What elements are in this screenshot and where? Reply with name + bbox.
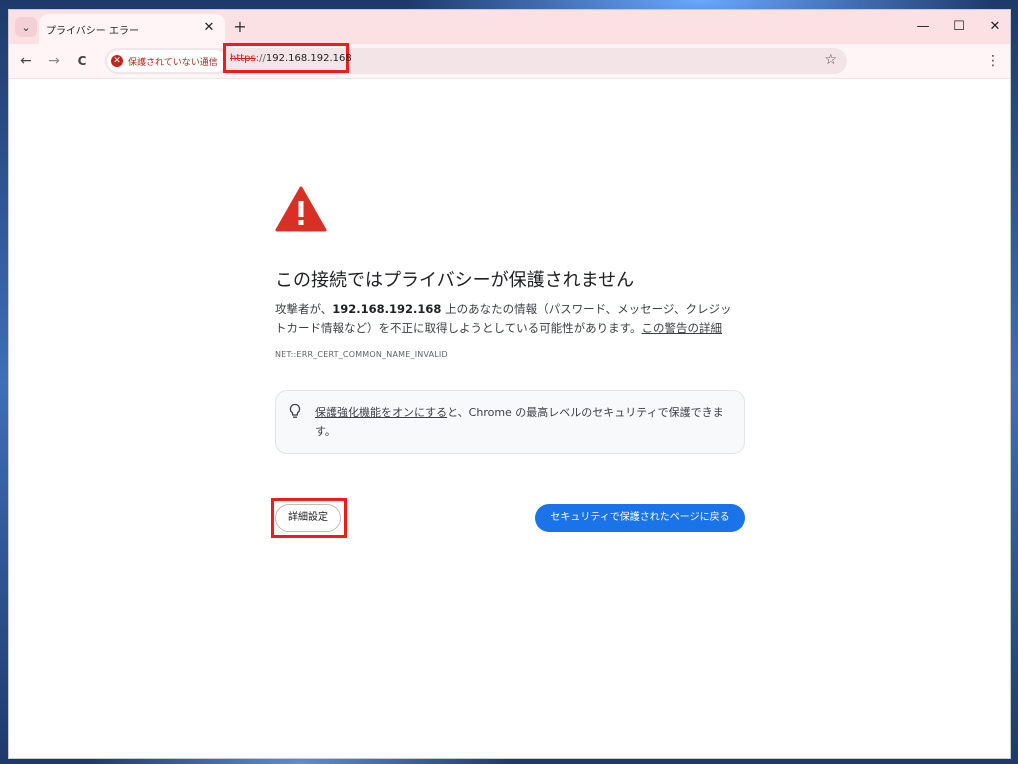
tab-close-icon[interactable]: ✕ <box>201 20 217 36</box>
reload-icon[interactable]: C <box>73 52 91 70</box>
back-to-safety-button[interactable]: セキュリティで保護されたページに戻る <box>535 504 745 532</box>
url-host: 192.168.192.168 <box>265 52 352 64</box>
enhanced-protection-link[interactable]: 保護強化機能をオンにする <box>315 406 447 419</box>
security-chip-label: 保護されていない通信 <box>128 57 218 68</box>
minimize-icon[interactable]: — <box>913 18 933 36</box>
forward-arrow-icon[interactable]: → <box>45 52 63 70</box>
tab-strip: ⌄ プライバシー エラー ✕ + — ☐ ✕ <box>9 10 1010 44</box>
body-host: 192.168.192.168 <box>332 302 442 316</box>
warning-description: 攻撃者が、192.168.192.168 上のあなたの情報（パスワード、メッセー… <box>275 300 743 338</box>
tab-title: プライバシー エラー <box>46 26 139 37</box>
new-tab-button[interactable]: + <box>231 18 249 36</box>
browser-window: ⌄ プライバシー エラー ✕ + — ☐ ✕ ← → C ✕ 保護されていない通… <box>8 9 1011 759</box>
close-window-icon[interactable]: ✕ <box>985 18 1005 36</box>
url-separator: :// <box>255 52 266 64</box>
tab-privacy-error[interactable]: プライバシー エラー ✕ <box>39 14 225 44</box>
learn-more-link[interactable]: この警告の詳細 <box>642 321 723 335</box>
enhanced-protection-hint: 保護強化機能をオンにすると、Chrome の最高レベルのセキュリティで保護できま… <box>275 390 745 454</box>
back-arrow-icon[interactable]: ← <box>17 52 35 70</box>
bookmark-star-icon[interactable]: ☆ <box>824 52 837 68</box>
chevron-down-icon: ⌄ <box>21 20 31 34</box>
url-highlight[interactable]: https://192.168.192.168 <box>223 43 352 73</box>
not-secure-icon: ✕ <box>111 55 123 67</box>
page-title: この接続ではプライバシーが保護されません <box>275 270 635 291</box>
menu-dots-icon[interactable]: ⋮ <box>986 52 1000 70</box>
maximize-icon[interactable]: ☐ <box>949 18 969 36</box>
lightbulb-icon <box>289 403 301 418</box>
url-scheme: https <box>230 52 256 64</box>
advanced-button[interactable]: 詳細設定 <box>275 504 341 532</box>
toolbar: ← → C ✕ 保護されていない通信 https://192.168.192.1… <box>9 43 1010 79</box>
body-text-pre: 攻撃者が、 <box>275 302 333 316</box>
tab-search-button[interactable]: ⌄ <box>15 17 37 37</box>
security-chip[interactable]: ✕ 保護されていない通信 <box>107 50 226 72</box>
address-bar[interactable]: ✕ 保護されていない通信 https://192.168.192.168 ☆ <box>105 43 847 74</box>
advanced-highlight: 詳細設定 <box>271 498 347 538</box>
hint-text: 保護強化機能をオンにすると、Chrome の最高レベルのセキュリティで保護できま… <box>315 403 730 441</box>
warning-triangle-icon <box>275 186 327 232</box>
error-code: NET::ERR_CERT_COMMON_NAME_INVALID <box>275 350 448 359</box>
